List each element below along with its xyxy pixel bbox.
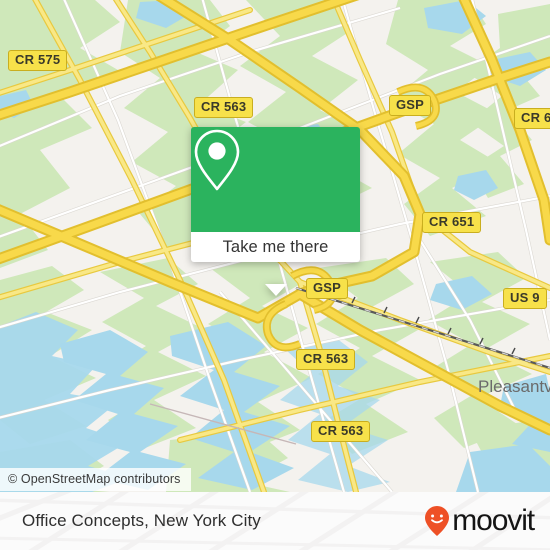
map-canvas[interactable]: Pleasantvi CR 575 CR 563 GSP CR 651 CR 651 GS… xyxy=(0,0,550,492)
road-shield-label: GSP xyxy=(396,97,425,112)
road-shield-label: CR 563 xyxy=(201,99,247,114)
popup-tail xyxy=(265,284,287,296)
road-shield: GSP xyxy=(306,278,349,300)
road-shield: CR 563 xyxy=(296,349,356,371)
footer-title: Office Concepts, New York City xyxy=(22,511,261,530)
road-shield-label: CR 575 xyxy=(15,52,61,67)
road-shield-label: CR 563 xyxy=(303,351,349,366)
take-me-there-label: Take me there xyxy=(222,237,329,256)
popup-card-header xyxy=(191,127,360,232)
place-label-pleasantville: Pleasantvi xyxy=(478,377,550,396)
road-shield: CR 563 xyxy=(194,97,254,119)
road-shield: CR 651 xyxy=(422,212,482,234)
moovit-wordmark: moovit xyxy=(452,504,535,537)
road-shield-label: CR 651 xyxy=(521,110,550,125)
map-pin-icon xyxy=(194,129,240,191)
road-shield-label: US 9 xyxy=(510,290,540,305)
road-shield: GSP xyxy=(389,95,432,117)
road-shield-label: CR 563 xyxy=(318,423,364,438)
road-shield: CR 651 xyxy=(514,108,550,130)
osm-attribution[interactable]: © OpenStreetMap contributors xyxy=(0,468,191,491)
moovit-pin-smiley-icon xyxy=(425,506,450,536)
road-shield-label: CR 651 xyxy=(429,214,475,229)
take-me-there-button[interactable]: Take me there xyxy=(191,232,360,262)
road-shield: CR 563 xyxy=(311,421,371,443)
road-shield: CR 575 xyxy=(8,50,68,72)
moovit-map-screenshot: Pleasantvi CR 575 CR 563 GSP CR 651 CR 651 GS… xyxy=(0,0,550,550)
footer-bar: Office Concepts, New York City moovit xyxy=(0,492,550,550)
road-shield: US 9 xyxy=(503,288,547,310)
moovit-logo[interactable]: moovit xyxy=(424,504,535,537)
road-shield-label: GSP xyxy=(313,280,342,295)
location-popup-card[interactable]: Take me there xyxy=(191,127,360,296)
